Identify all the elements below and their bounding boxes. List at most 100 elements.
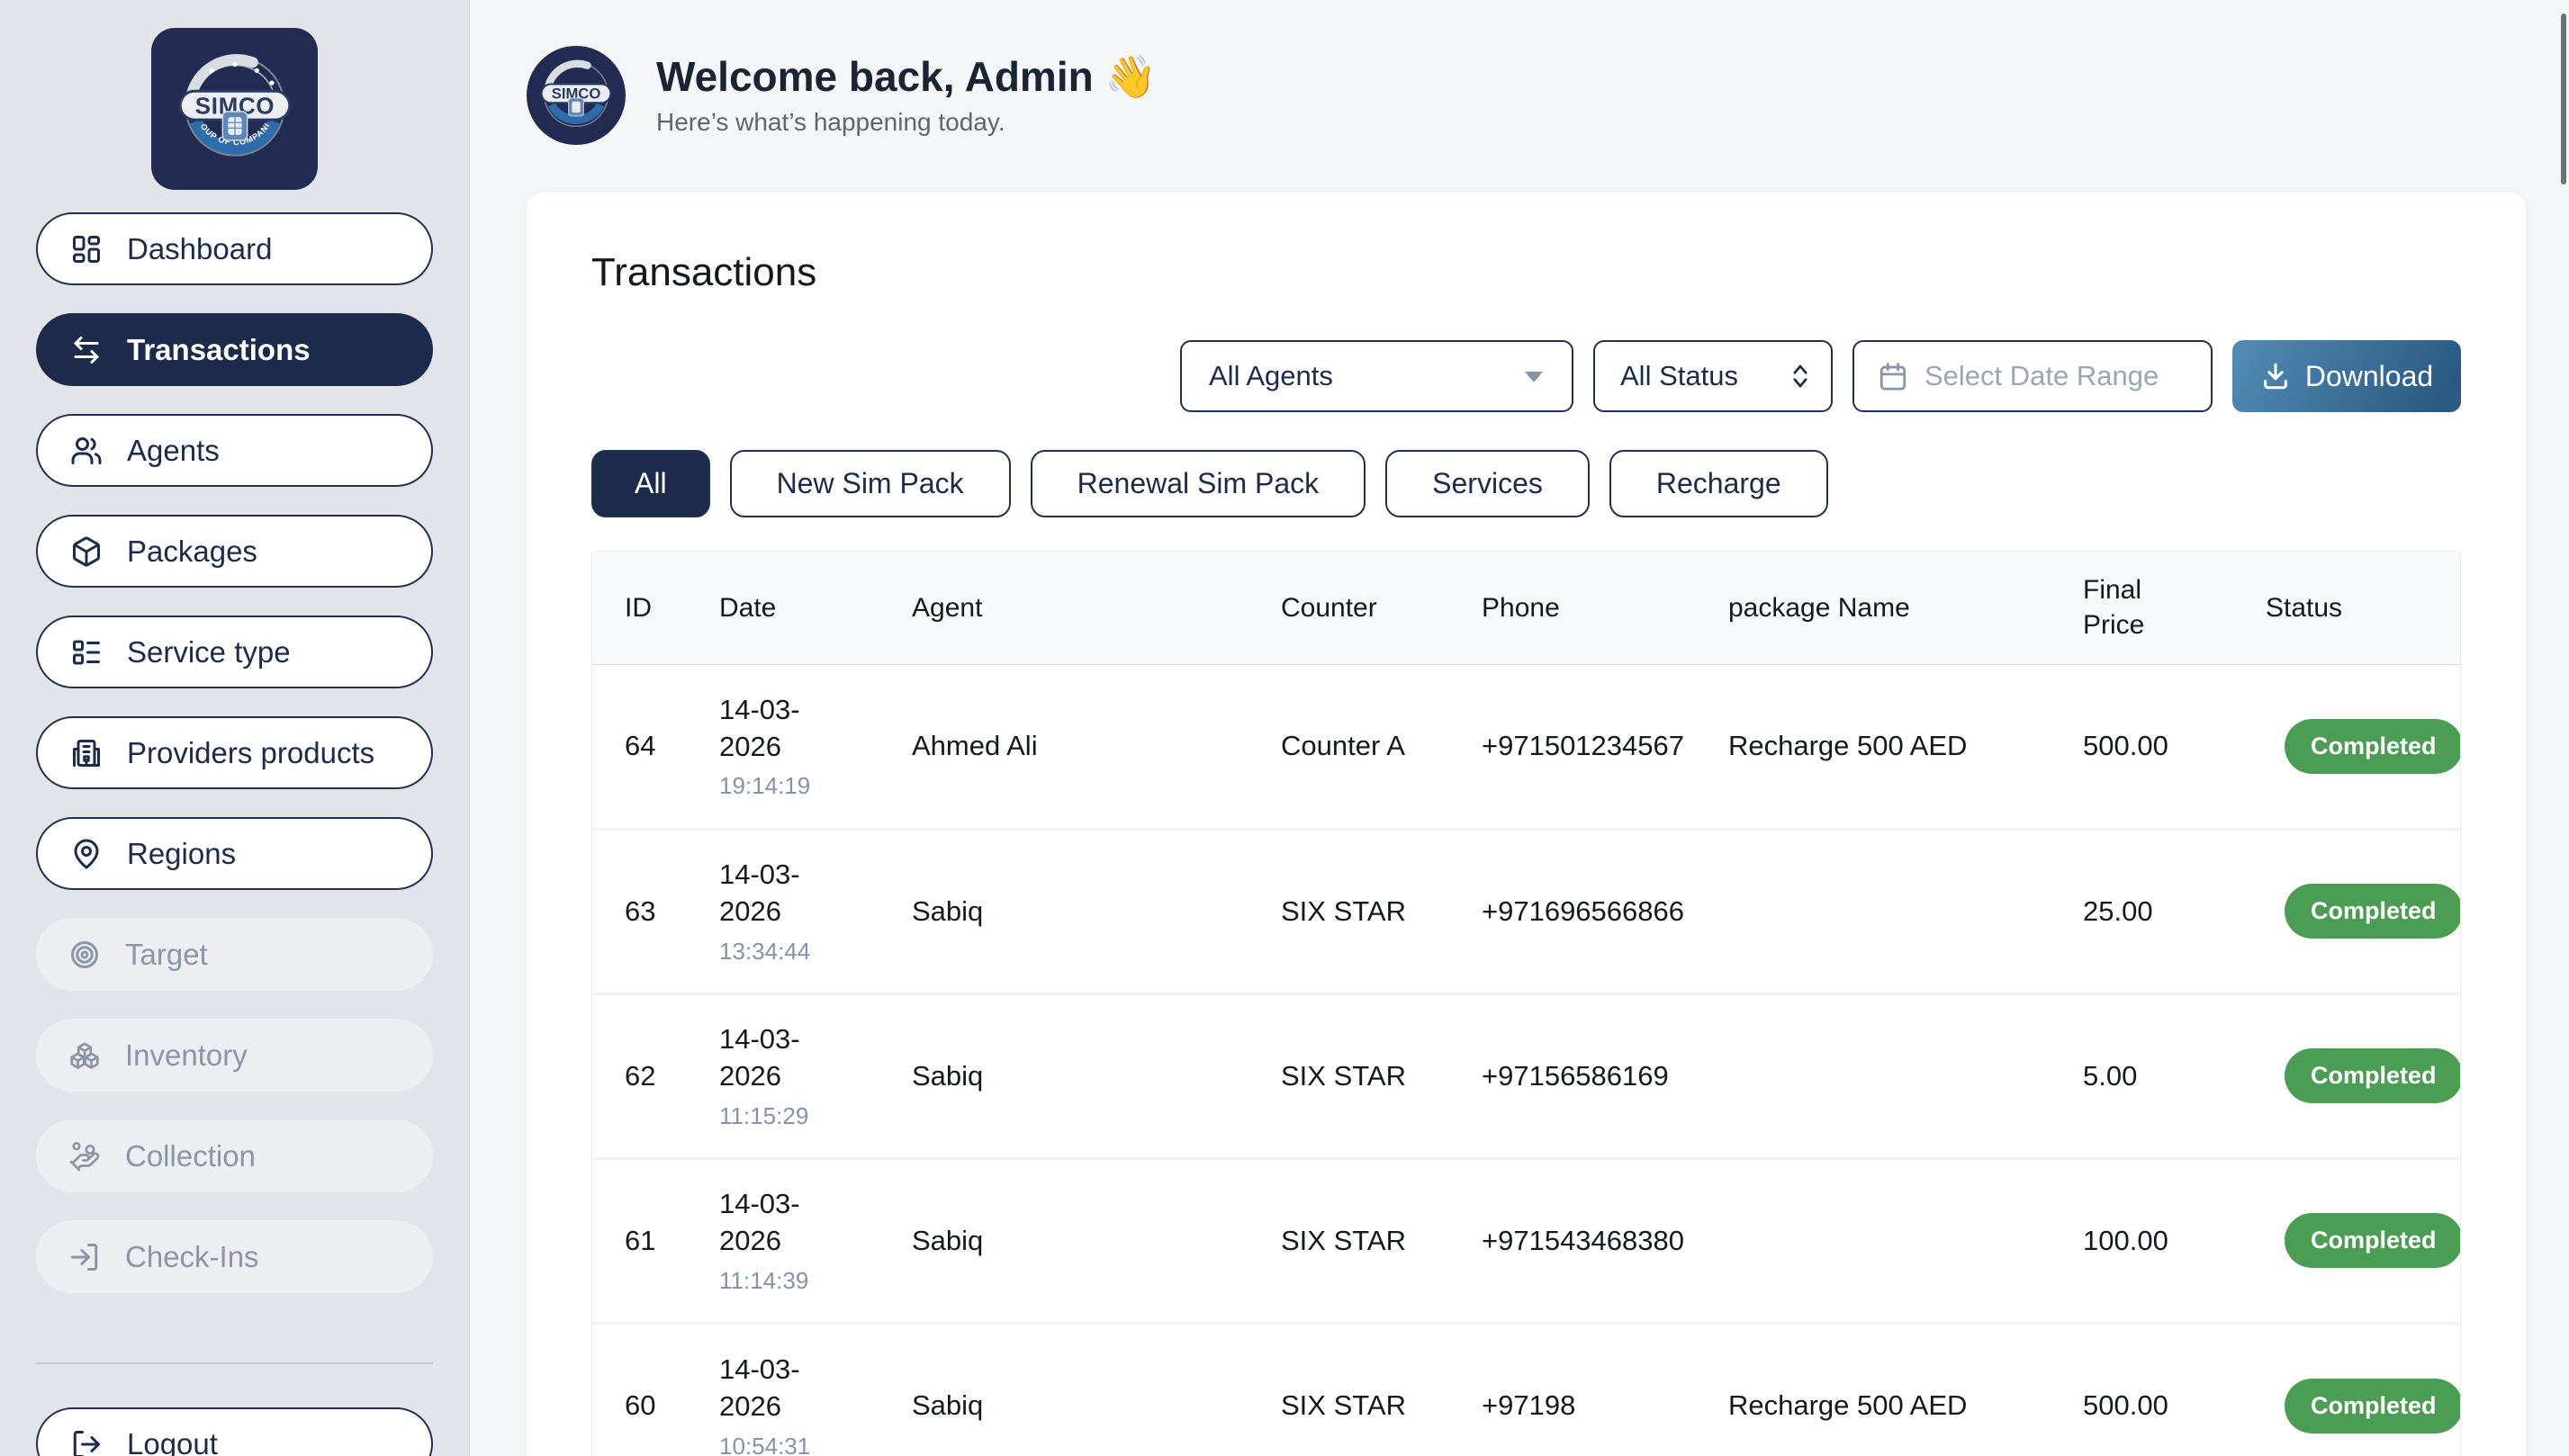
status-filter-value: All Status bbox=[1620, 360, 1738, 392]
download-button[interactable]: Download bbox=[2232, 340, 2461, 412]
sidebar-item-label: Dashboard bbox=[127, 232, 272, 266]
service-type-list-icon bbox=[70, 636, 103, 669]
sidebar-item-collection[interactable]: Collection bbox=[36, 1119, 433, 1192]
table-row: 63 14-03-2026 13:34:44 Sabiq SIX STAR +9… bbox=[592, 829, 2460, 993]
cell-phone: +971696566866 bbox=[1482, 829, 1728, 993]
sidebar-item-regions[interactable]: Regions bbox=[36, 817, 433, 890]
sidebar-item-providers-products[interactable]: Providers products bbox=[36, 716, 433, 789]
cell-package bbox=[1728, 993, 2083, 1158]
sidebar-item-service-type[interactable]: Service type bbox=[36, 616, 433, 688]
providers-building-icon bbox=[70, 737, 103, 769]
sidebar-item-transactions[interactable]: Transactions bbox=[36, 313, 433, 386]
regions-pin-icon bbox=[70, 838, 103, 870]
status-badge: Completed bbox=[2285, 719, 2461, 774]
cell-counter: Counter A bbox=[1281, 664, 1482, 829]
page-subtitle: Here’s what’s happening today. bbox=[656, 108, 1157, 137]
cell-counter: SIX STAR bbox=[1281, 993, 1482, 1158]
date-range-input[interactable] bbox=[1924, 360, 2187, 392]
cell-date: 14-03-2026 11:15:29 bbox=[719, 993, 912, 1158]
column-header-package-name: package Name bbox=[1728, 552, 2083, 664]
status-badge: Completed bbox=[2285, 1213, 2461, 1268]
cell-agent: Sabiq bbox=[912, 1158, 1281, 1323]
main-content: SIMCO Welcome back, Admin 👋 Here’s what’… bbox=[471, 0, 2569, 1456]
page-title: Welcome back, Admin 👋 bbox=[656, 54, 1157, 100]
sidebar-item-label: Transactions bbox=[127, 333, 311, 367]
cell-id: 62 bbox=[592, 993, 719, 1158]
sidebar-item-check-ins[interactable]: Check-Ins bbox=[36, 1220, 433, 1293]
vertical-scrollbar-thumb[interactable] bbox=[2561, 13, 2566, 184]
category-tabs: All New Sim Pack Renewal Sim Pack Servic… bbox=[591, 450, 2461, 517]
tab-all[interactable]: All bbox=[591, 450, 710, 517]
tab-recharge[interactable]: Recharge bbox=[1609, 450, 1828, 517]
dashboard-grid-icon bbox=[70, 233, 103, 265]
sidebar-item-inventory[interactable]: Inventory bbox=[36, 1019, 433, 1092]
cell-status: Completed bbox=[2266, 993, 2460, 1158]
cell-package bbox=[1728, 1158, 2083, 1323]
cell-date: 14-03-2026 11:14:39 bbox=[719, 1158, 912, 1323]
cell-date: 14-03-2026 13:34:44 bbox=[719, 829, 912, 993]
cell-package: Recharge 500 AED bbox=[1728, 1323, 2083, 1456]
sidebar-item-label: Packages bbox=[127, 535, 257, 569]
date-value: 14-03-2026 bbox=[719, 1021, 829, 1095]
status-badge: Completed bbox=[2285, 1048, 2461, 1103]
sidebar-item-label: Regions bbox=[127, 837, 236, 871]
sidebar-item-agents[interactable]: Agents bbox=[36, 414, 433, 487]
cell-id: 64 bbox=[592, 664, 719, 829]
status-badge: Completed bbox=[2285, 884, 2461, 939]
sidebar-item-label: Target bbox=[125, 938, 208, 972]
cell-counter: SIX STAR bbox=[1281, 1323, 1482, 1456]
sidebar-item-target[interactable]: Target bbox=[36, 918, 433, 991]
time-value: 13:34:44 bbox=[719, 938, 912, 966]
sidebar-nav: Dashboard Transactions Agents Packages S… bbox=[0, 212, 469, 1293]
cell-counter: SIX STAR bbox=[1281, 829, 1482, 993]
admin-avatar: SIMCO bbox=[527, 46, 626, 145]
cell-price: 5.00 bbox=[2083, 993, 2266, 1158]
status-badge: Completed bbox=[2285, 1379, 2461, 1434]
filters-row: All Agents All Status bbox=[591, 340, 2461, 412]
cell-agent: Sabiq bbox=[912, 829, 1281, 993]
cell-price: 100.00 bbox=[2083, 1158, 2266, 1323]
column-header-id: ID bbox=[592, 552, 719, 664]
tab-services[interactable]: Services bbox=[1385, 450, 1590, 517]
column-header-agent: Agent bbox=[912, 552, 1281, 664]
cell-date: 14-03-2026 19:14:19 bbox=[719, 664, 912, 829]
cell-phone: +97198 bbox=[1482, 1323, 1728, 1456]
status-filter-select[interactable]: All Status bbox=[1593, 340, 1833, 412]
transactions-table: ID Date Agent Counter Phone package Name… bbox=[591, 551, 2461, 1456]
cell-phone: +971543468380 bbox=[1482, 1158, 1728, 1323]
logout-label: Logout bbox=[127, 1427, 218, 1456]
tab-renewal-sim-pack[interactable]: Renewal Sim Pack bbox=[1031, 450, 1366, 517]
date-range-field[interactable] bbox=[1852, 340, 2213, 412]
cell-id: 63 bbox=[592, 829, 719, 993]
cell-agent: Sabiq bbox=[912, 1323, 1281, 1456]
avatar-simco-emblem: SIMCO bbox=[529, 49, 623, 142]
date-value: 14-03-2026 bbox=[719, 1186, 829, 1260]
sidebar-item-label: Inventory bbox=[125, 1038, 248, 1073]
table-header-row: ID Date Agent Counter Phone package Name… bbox=[592, 552, 2460, 664]
cell-phone: +97156586169 bbox=[1482, 993, 1728, 1158]
agents-filter-dropdown[interactable]: All Agents bbox=[1180, 340, 1573, 412]
table-row: 60 14-03-2026 10:54:31 Sabiq SIX STAR +9… bbox=[592, 1323, 2460, 1456]
column-header-status: Status bbox=[2266, 552, 2460, 664]
logout-button[interactable]: Logout bbox=[36, 1407, 433, 1456]
date-value: 14-03-2026 bbox=[719, 1352, 829, 1425]
select-chevrons-icon bbox=[1791, 362, 1809, 391]
transactions-card: Transactions All Agents All Status bbox=[527, 193, 2526, 1456]
sidebar-item-label: Collection bbox=[125, 1139, 256, 1173]
logout-icon bbox=[70, 1428, 103, 1456]
date-value: 14-03-2026 bbox=[719, 857, 829, 930]
column-header-final-price: Final Price bbox=[2083, 552, 2266, 664]
cell-phone: +971501234567 bbox=[1482, 664, 1728, 829]
column-header-date: Date bbox=[719, 552, 912, 664]
sidebar-item-dashboard[interactable]: Dashboard bbox=[36, 212, 433, 285]
download-icon bbox=[2260, 361, 2291, 391]
sidebar-item-packages[interactable]: Packages bbox=[36, 515, 433, 588]
time-value: 11:14:39 bbox=[719, 1267, 912, 1295]
cell-status: Completed bbox=[2266, 829, 2460, 993]
check-ins-login-icon bbox=[68, 1241, 101, 1273]
cell-price: 500.00 bbox=[2083, 664, 2266, 829]
cell-price: 500.00 bbox=[2083, 1323, 2266, 1456]
cell-agent: Sabiq bbox=[912, 993, 1281, 1158]
tab-new-sim-pack[interactable]: New Sim Pack bbox=[730, 450, 1011, 517]
table-row: 64 14-03-2026 19:14:19 Ahmed Ali Counter… bbox=[592, 664, 2460, 829]
